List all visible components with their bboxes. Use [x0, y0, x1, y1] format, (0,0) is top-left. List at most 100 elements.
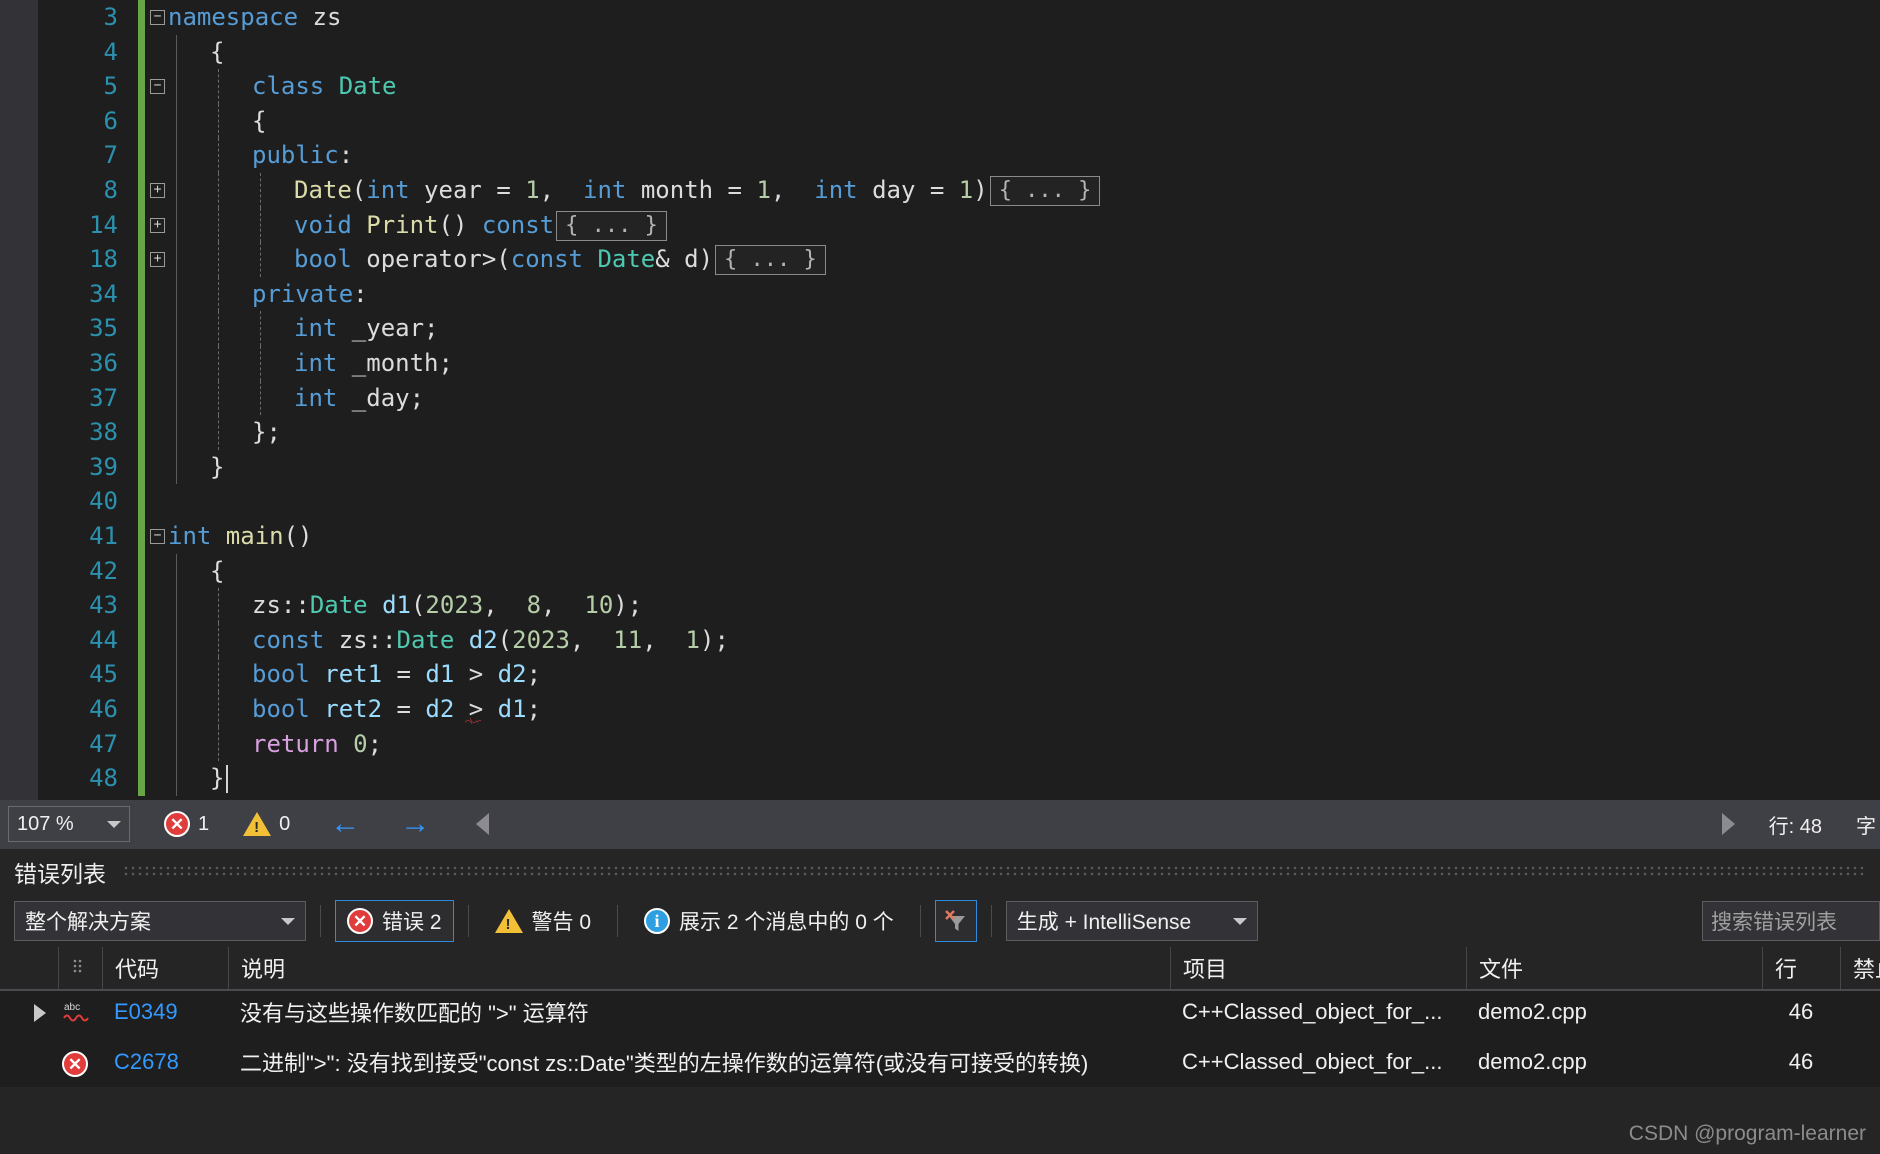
code-line[interactable]: 42 {: [38, 553, 1880, 589]
code-line[interactable]: 35 int _year;: [38, 311, 1880, 346]
code-token: d2: [497, 660, 527, 689]
expand-row-icon[interactable]: [34, 1004, 46, 1022]
code-line[interactable]: 43 zs::Date d1(2023, 8, 10);: [38, 588, 1880, 623]
editor-indicator-margin[interactable]: [0, 0, 38, 800]
code-line[interactable]: 44 const zs::Date d2(2023, 11, 1);: [38, 622, 1880, 658]
navigate-forward-arrow-icon[interactable]: →: [400, 807, 430, 841]
zoom-level-combobox[interactable]: 107 %: [8, 806, 130, 842]
error-list-rows[interactable]: abc E0349 没有与这些操作数匹配的 ">" 运算符 C++Classed_ob…: [0, 991, 1880, 1087]
expand-region-icon[interactable]: +: [150, 252, 165, 268]
collapse-region-icon[interactable]: −: [150, 10, 165, 25]
column-header[interactable]: [58, 947, 102, 989]
column-header[interactable]: 行: [1762, 947, 1840, 989]
code-line[interactable]: 39}: [38, 449, 1880, 485]
code-line[interactable]: 36 int _month;: [38, 346, 1880, 381]
column-header[interactable]: [0, 947, 58, 989]
code-line[interactable]: 7 public:: [38, 138, 1880, 173]
code-line[interactable]: 46 bool ret2 = d2 > d1;: [38, 692, 1880, 727]
code-token: int: [366, 176, 410, 204]
code-editor[interactable]: 3− namespace zs 4{5− class Date 6{7 public: 8 +…: [0, 0, 1880, 800]
code-token: namespace: [168, 3, 313, 31]
code-line[interactable]: 18 + bool operator>(const Date& d){ ... }: [38, 242, 1880, 277]
navigate-back-arrow-icon[interactable]: ←: [330, 807, 360, 841]
column-header[interactable]: 代码: [102, 947, 228, 989]
warnings-filter-toggle[interactable]: 警告 0: [483, 900, 604, 942]
panel-drag-grip[interactable]: [124, 866, 1866, 878]
error-description-cell: 二进制">": 没有找到接受"const zs::Date"类型的左操作数的运算…: [240, 1051, 1089, 1076]
horizontal-scroll-left-icon[interactable]: [476, 813, 490, 835]
code-line[interactable]: 45 bool ret1 = d1 > d2;: [38, 657, 1880, 692]
code-line[interactable]: 38};: [38, 415, 1880, 450]
code-token: month: [626, 176, 728, 204]
code-line[interactable]: 6{: [38, 103, 1880, 139]
code-line[interactable]: 4{: [38, 34, 1880, 70]
code-token: public: [252, 141, 339, 170]
indent-guide: [260, 346, 261, 381]
code-line[interactable]: 5 − class Date: [38, 69, 1880, 104]
collapsed-block-placeholder[interactable]: { ... }: [715, 245, 826, 276]
change-indicator-bar: [138, 622, 145, 658]
change-indicator-bar: [138, 311, 145, 346]
code-token: 11: [613, 625, 643, 654]
column-header[interactable]: 文件: [1466, 947, 1762, 989]
error-code-link[interactable]: C2678: [114, 1049, 179, 1074]
code-token: int: [294, 383, 338, 412]
code-line[interactable]: 14 + void Print() const{ ... }: [38, 207, 1880, 243]
table-row[interactable]: ✕ C2678 二进制">": 没有找到接受"const zs::Date"类型的左…: [0, 1041, 1880, 1087]
code-token: >: [454, 660, 498, 689]
table-row[interactable]: abc E0349 没有与这些操作数匹配的 ">" 运算符 C++Classed_ob…: [0, 991, 1880, 1041]
code-text: void Print() const{ ... }: [294, 208, 667, 243]
clear-filter-button[interactable]: [934, 900, 977, 942]
code-line[interactable]: 3 − namespace zs: [38, 0, 1880, 35]
code-line[interactable]: 8 + Date(int year = 1, int month = 1, int …: [38, 173, 1880, 208]
indent-guide: [218, 657, 219, 692]
column-header[interactable]: 禁止: [1840, 947, 1880, 989]
column-header-label: 文件: [1479, 957, 1524, 982]
scope-filter-combobox[interactable]: 整个解决方案: [14, 901, 306, 941]
indent-guide: [218, 346, 219, 381]
editor-code-canvas[interactable]: 3− namespace zs 4{5− class Date 6{7 public: 8 +…: [38, 0, 1880, 800]
error-list-titlebar[interactable]: 错误列表: [0, 849, 1880, 895]
toolbar-separator: [617, 905, 619, 937]
error-code-link[interactable]: E0349: [114, 999, 178, 1024]
collapse-region-icon[interactable]: −: [150, 79, 165, 95]
horizontal-scroll-right-icon[interactable]: [1721, 813, 1735, 835]
expand-region-icon[interactable]: +: [150, 217, 165, 233]
line-number: 42: [89, 556, 118, 585]
code-line[interactable]: 48}: [38, 761, 1880, 796]
build-source-combobox[interactable]: 生成 + IntelliSense: [1005, 901, 1258, 941]
code-token: int: [814, 176, 858, 204]
collapsed-block-placeholder[interactable]: { ... }: [556, 210, 667, 241]
status-error-count[interactable]: ✕ 1: [164, 811, 209, 837]
code-text: public:: [252, 138, 353, 173]
build-source-value: 生成 + IntelliSense: [1016, 911, 1192, 934]
column-header[interactable]: 说明: [228, 947, 1170, 989]
code-line[interactable]: 47 return 0;: [38, 726, 1880, 762]
warning-icon: [243, 812, 272, 836]
error-list-column-headers[interactable]: 代码 说明 项目 文件 行 禁止: [0, 947, 1880, 991]
collapsed-block-placeholder[interactable]: { ... }: [989, 176, 1101, 206]
column-header[interactable]: 项目: [1170, 947, 1466, 989]
code-line[interactable]: 40: [38, 484, 1880, 519]
line-number: 41: [89, 522, 118, 550]
errors-filter-toggle[interactable]: ✕ 错误 2: [335, 900, 454, 942]
collapse-region-icon[interactable]: −: [150, 529, 165, 544]
code-token: d2: [468, 625, 498, 654]
messages-filter-toggle[interactable]: i 展示 2 个消息中的 0 个: [632, 900, 906, 942]
expand-region-icon[interactable]: +: [150, 183, 165, 198]
line-number: 48: [89, 764, 118, 793]
search-error-list-input[interactable]: 搜索错误列表: [1702, 901, 1880, 941]
line-number: 39: [89, 452, 118, 481]
code-line[interactable]: 41 − int main(): [38, 519, 1880, 554]
code-line[interactable]: 34 private:: [38, 276, 1880, 312]
code-token: 2023: [425, 591, 484, 620]
indent-guide: [218, 69, 219, 104]
errors-filter-label: 错误 2: [382, 911, 442, 934]
chevron-down-icon: [281, 917, 295, 925]
code-text: }: [210, 450, 224, 485]
status-warning-count[interactable]: 0: [243, 812, 290, 836]
code-line[interactable]: 37 int _day;: [38, 380, 1880, 416]
indent-guide: [218, 138, 219, 173]
code-token: ,: [569, 625, 614, 654]
column-header-label: 禁止: [1853, 957, 1880, 982]
